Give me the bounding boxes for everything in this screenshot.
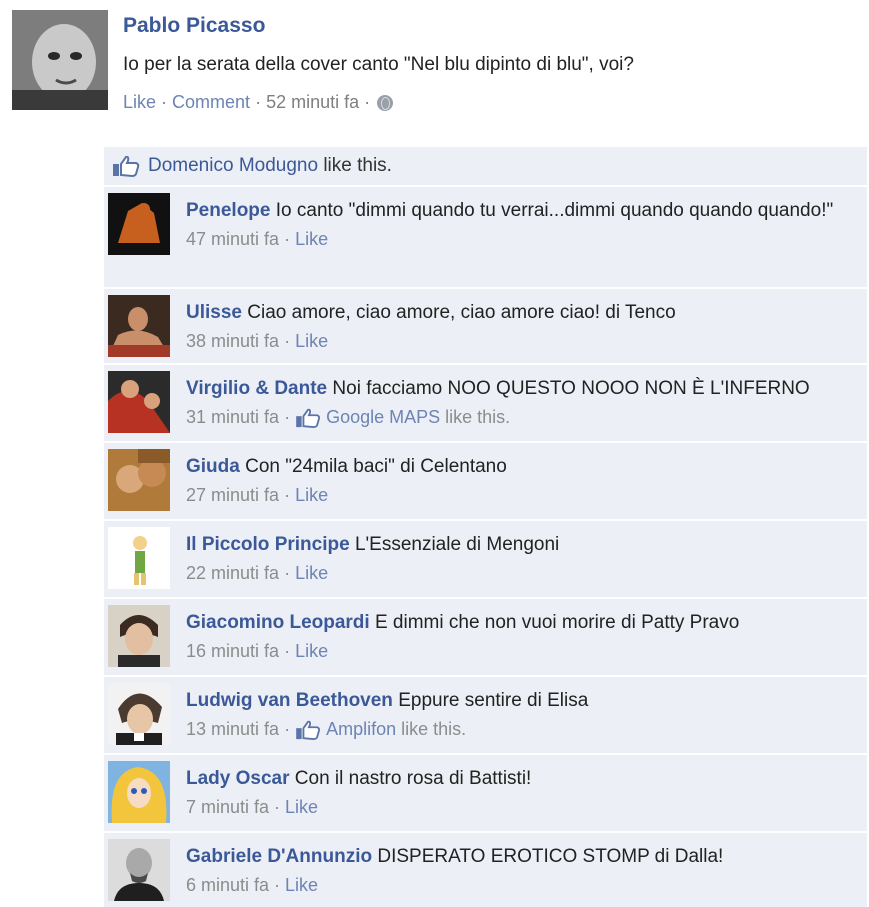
comment-like-link[interactable]: Like: [295, 560, 328, 587]
separator: ·: [255, 92, 262, 112]
commenter-name[interactable]: Ulisse: [186, 302, 242, 323]
commenter-avatar[interactable]: [108, 839, 170, 901]
commenter-avatar[interactable]: [108, 527, 170, 589]
comment-item: Ulisse Ciao amore, ciao amore, ciao amor…: [104, 287, 867, 363]
commenter-name[interactable]: Lady Oscar: [186, 768, 290, 789]
comment-time[interactable]: 13 minuti fa: [186, 716, 279, 743]
commenter-name[interactable]: Penelope: [186, 200, 270, 221]
commenter-avatar[interactable]: [108, 295, 170, 357]
comment-time[interactable]: 38 minuti fa: [186, 328, 279, 355]
comment-text: Con il nastro rosa di Battisti!: [294, 768, 532, 789]
commenter-avatar[interactable]: [108, 683, 170, 745]
liker-link[interactable]: Amplifon: [326, 716, 396, 743]
likes-bar: Domenico Modugno like this.: [104, 147, 867, 185]
thumbs-up-icon: [295, 408, 321, 428]
author-avatar[interactable]: [12, 10, 108, 110]
comment-text: DISPERATO EROTICO STOMP di Dalla!: [377, 846, 724, 867]
comment-time[interactable]: 47 minuti fa: [186, 226, 279, 253]
commenter-name[interactable]: Virgilio & Dante: [186, 378, 327, 399]
comment-time[interactable]: 16 minuti fa: [186, 638, 279, 665]
comments-section: Domenico Modugno like this. Penelope Io …: [104, 147, 867, 907]
comment-time[interactable]: 7 minuti fa: [186, 794, 269, 821]
comment-text: L'Essenziale di Mengoni: [354, 534, 560, 555]
separator: ·: [364, 92, 371, 112]
commenter-name[interactable]: Giacomino Leopardi: [186, 612, 370, 633]
thumbs-up-icon: [112, 155, 140, 177]
comment-item: Gabriele D'Annunzio DISPERATO EROTICO ST…: [104, 831, 867, 907]
comment-time[interactable]: 31 minuti fa: [186, 404, 279, 431]
post-time[interactable]: 52 minuti fa: [266, 92, 359, 113]
liker-link[interactable]: Domenico Modugno: [148, 155, 318, 176]
commenter-avatar[interactable]: [108, 371, 170, 433]
liker-link[interactable]: Google MAPS: [326, 404, 440, 431]
comment-like-link[interactable]: Like: [285, 794, 318, 821]
comment-like-link[interactable]: Like: [295, 482, 328, 509]
commenter-name[interactable]: Il Piccolo Principe: [186, 534, 350, 555]
separator: ·: [161, 92, 168, 112]
thumbs-up-icon: [295, 720, 321, 740]
comment-item: Ludwig van Beethoven Eppure sentire di E…: [104, 675, 867, 753]
post-text: Io per la serata della cover canto "Nel …: [123, 54, 634, 75]
comment-like-link[interactable]: Like: [295, 226, 328, 253]
comment-time[interactable]: 27 minuti fa: [186, 482, 279, 509]
comment-text: Io canto "dimmi quando tu verrai...dimmi…: [275, 200, 834, 221]
comment-text: E dimmi che non vuoi morire di Patty Pra…: [374, 612, 740, 633]
post-meta: Like · Comment · 52 minuti fa ·: [123, 92, 394, 113]
commenter-name[interactable]: Ludwig van Beethoven: [186, 690, 393, 711]
liker-suffix: like this.: [445, 407, 511, 427]
commenter-avatar[interactable]: [108, 761, 170, 823]
post-author-link[interactable]: Pablo Picasso: [123, 14, 265, 38]
comment-text: Noi facciamo NOO QUESTO NOOO NON È L'INF…: [332, 378, 810, 399]
like-link[interactable]: Like: [123, 92, 156, 113]
commenter-avatar[interactable]: [108, 605, 170, 667]
likes-suffix: like this.: [323, 155, 392, 176]
comment-item: Giacomino Leopardi E dimmi che non vuoi …: [104, 597, 867, 675]
comment-item: Virgilio & Dante Noi facciamo NOO QUESTO…: [104, 363, 867, 441]
comment-time[interactable]: 22 minuti fa: [186, 560, 279, 587]
comment-text: Eppure sentire di Elisa: [398, 690, 589, 711]
comment-like-link[interactable]: Like: [285, 872, 318, 899]
comment-text: Con "24mila baci" di Celentano: [245, 456, 507, 477]
comment-item: Il Piccolo Principe L'Essenziale di Meng…: [104, 519, 867, 597]
commenter-avatar[interactable]: [108, 193, 170, 255]
comment-like-link[interactable]: Like: [295, 328, 328, 355]
comment-like-link[interactable]: Like: [295, 638, 328, 665]
comment-item: Penelope Io canto "dimmi quando tu verra…: [104, 185, 867, 287]
comment-link[interactable]: Comment: [172, 92, 250, 113]
globe-icon[interactable]: [377, 94, 394, 111]
comment-text: Ciao amore, ciao amore, ciao amore ciao!…: [247, 302, 676, 323]
commenter-avatar[interactable]: [108, 449, 170, 511]
commenter-name[interactable]: Gabriele D'Annunzio: [186, 846, 372, 867]
liker-suffix: like this.: [401, 719, 467, 739]
comment-time[interactable]: 6 minuti fa: [186, 872, 269, 899]
comment-item: Giuda Con "24mila baci" di Celentano 27 …: [104, 441, 867, 519]
commenter-name[interactable]: Giuda: [186, 456, 240, 477]
comment-item: Lady Oscar Con il nastro rosa di Battist…: [104, 753, 867, 831]
